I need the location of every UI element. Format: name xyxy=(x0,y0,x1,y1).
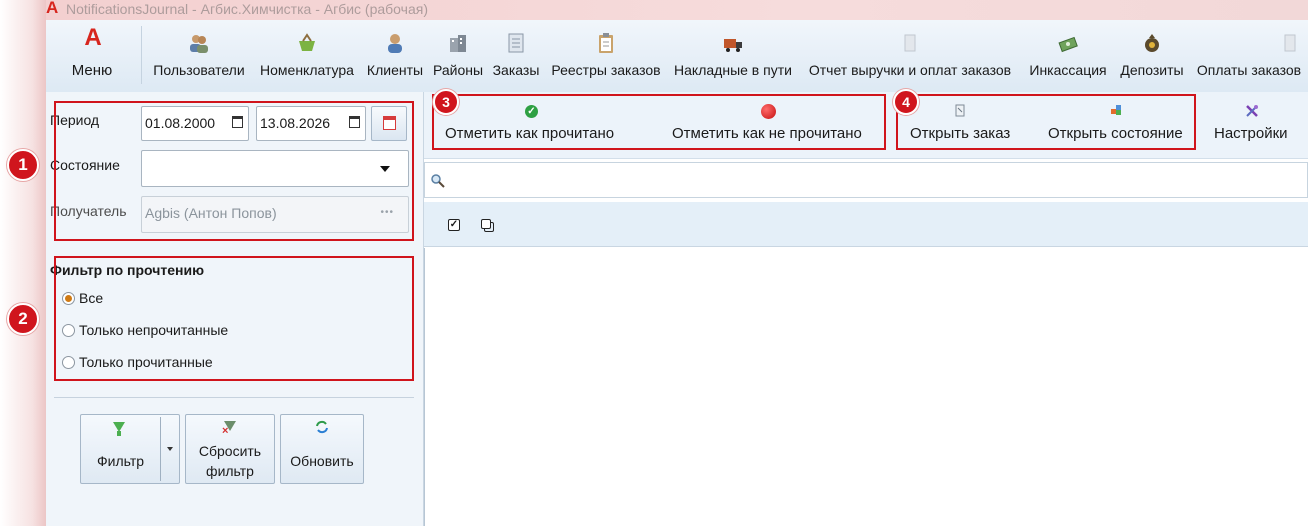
agbis-logo-icon: A xyxy=(84,24,102,51)
ribbon-item-label: Депозиты xyxy=(1120,62,1184,78)
buildings-icon xyxy=(450,35,466,52)
ribbon-item-label: Номенклатура xyxy=(260,62,354,78)
annotation-box-4 xyxy=(896,94,1196,150)
annotation-badge-4: 4 xyxy=(893,89,919,115)
client-icon xyxy=(388,34,402,53)
notifications-grid[interactable] xyxy=(424,248,1308,526)
ribbon-clients-button[interactable]: Клиенты xyxy=(361,22,429,90)
window-title: NotificationsJournal - Агбис.Химчистка -… xyxy=(66,1,428,17)
ribbon-item-label: Инкассация xyxy=(1029,62,1107,78)
annotation-badge-1: 1 xyxy=(7,149,39,181)
settings-label: Настройки xyxy=(1214,125,1288,142)
filter-button[interactable]: Фильтр xyxy=(80,414,180,484)
ribbon-item-label: Оплаты заказов xyxy=(1196,62,1302,78)
ribbon-item-label: Заказы xyxy=(492,62,540,78)
ribbon-separator xyxy=(141,26,142,84)
settings-tools-icon xyxy=(1246,105,1258,117)
window-shadow xyxy=(0,0,46,526)
ribbon-item-label: Реестры заказов xyxy=(551,62,661,78)
dropdown-arrow-icon[interactable] xyxy=(167,447,173,451)
ribbon-users-button[interactable]: Пользователи xyxy=(147,22,251,90)
ribbon-collection-button[interactable]: Инкассация xyxy=(1022,22,1114,90)
panel-divider xyxy=(54,397,414,398)
reset-filter-label-1: Сбросить xyxy=(198,443,262,459)
ribbon-nomenclature-button[interactable]: Номенклатура xyxy=(253,22,361,90)
orders-document-icon xyxy=(508,33,524,53)
ribbon-orders-button[interactable]: Заказы xyxy=(488,22,544,90)
ribbon-deposits-button[interactable]: Депозиты xyxy=(1114,22,1190,90)
ribbon-item-label: Накладные в пути xyxy=(674,62,792,78)
ribbon-order-registers-button[interactable]: Реестры заказов xyxy=(544,22,668,90)
ribbon-order-payments-button[interactable]: Оплаты заказов xyxy=(1190,22,1308,90)
ribbon-revenue-report-button[interactable]: Отчет выручки и оплат заказов xyxy=(798,22,1022,90)
ribbon-item-label: Отчет выручки и оплат заказов xyxy=(808,62,1012,78)
ribbon-item-label: Пользователи xyxy=(153,62,245,78)
clear-x-icon: × xyxy=(222,425,229,437)
clipboard-icon xyxy=(599,33,613,53)
grid-toolbar xyxy=(424,202,1308,247)
funnel-stem xyxy=(117,431,121,436)
refresh-icon xyxy=(316,420,328,434)
annotation-box-2 xyxy=(54,256,414,381)
select-all-checkbox-icon[interactable]: ✓ xyxy=(448,219,460,231)
annotation-badge-3: 3 xyxy=(433,89,459,115)
annotation-badge-2: 2 xyxy=(7,303,39,335)
users-icon xyxy=(190,35,208,53)
app-logo-icon: A xyxy=(46,0,59,17)
deselect-all-icon[interactable] xyxy=(481,219,494,232)
delivery-truck-icon xyxy=(724,39,742,52)
filter-button-label: Фильтр xyxy=(96,453,145,469)
refresh-button[interactable]: Обновить xyxy=(280,414,364,484)
search-input[interactable] xyxy=(424,162,1308,198)
basket-icon xyxy=(299,33,315,51)
annotation-box-3 xyxy=(432,94,886,150)
ribbon-item-label: Клиенты xyxy=(366,62,424,78)
settings-button[interactable]: Настройки xyxy=(1210,96,1294,148)
split-divider xyxy=(160,417,161,481)
deselect-front-square xyxy=(481,219,491,229)
payment-icon xyxy=(1284,34,1296,52)
menu-label: Меню xyxy=(71,62,113,79)
reset-filter-button[interactable]: × Сбросить фильтр xyxy=(185,414,275,484)
ribbon-waybills-button[interactable]: Накладные в пути xyxy=(668,22,798,90)
search-icon xyxy=(431,174,445,188)
reset-filter-label-2: фильтр xyxy=(206,463,254,479)
annotation-box-1 xyxy=(54,101,414,241)
money-bag-icon xyxy=(1145,34,1159,52)
report-icon xyxy=(904,34,916,52)
cash-icon xyxy=(1058,36,1078,53)
ribbon-districts-button[interactable]: Районы xyxy=(428,22,488,90)
refresh-button-label: Обновить xyxy=(290,453,354,469)
ribbon-item-label: Районы xyxy=(432,62,484,78)
